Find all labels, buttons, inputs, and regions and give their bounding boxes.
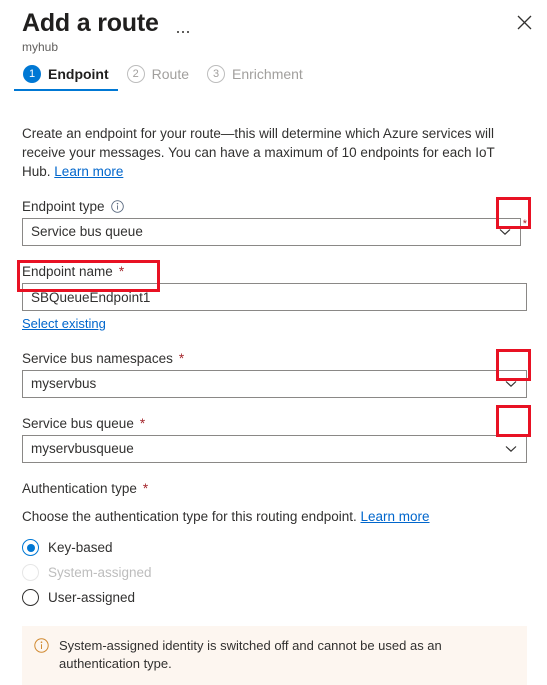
title-row: Add a route — [22, 8, 547, 38]
queue-select[interactable]: myservbusqueue — [22, 435, 527, 463]
endpoint-name-control — [22, 283, 527, 311]
endpoint-type-control: Service bus queue * — [22, 218, 527, 246]
radio-label: System-assigned — [48, 565, 152, 580]
namespace-value: myservbus — [31, 376, 97, 392]
tab-label: Route — [151, 66, 190, 82]
radio-indicator — [22, 564, 39, 581]
endpoint-name-required-marker: * — [118, 264, 125, 279]
learn-more-link-auth[interactable]: Learn more — [361, 509, 430, 524]
auth-label-row: Authentication type * — [22, 481, 527, 496]
queue-required-marker: * — [139, 416, 146, 431]
tab-label: Endpoint — [48, 66, 109, 82]
namespace-select[interactable]: myservbus — [22, 370, 527, 398]
info-circle-icon — [34, 638, 49, 673]
learn-more-link-endpoints[interactable]: Learn more — [54, 164, 123, 179]
intro-text: Create an endpoint for your route—this w… — [22, 124, 524, 181]
chevron-down-icon[interactable] — [490, 228, 520, 236]
namespace-label: Service bus namespaces — [22, 351, 173, 366]
namespace-control: myservbus — [22, 370, 527, 398]
endpoint-type-select[interactable]: Service bus queue — [22, 218, 521, 246]
radio-indicator — [22, 539, 39, 556]
endpoint-name-input[interactable] — [22, 283, 527, 311]
authentication-type-group: Authentication type * Choose the authent… — [22, 481, 527, 610]
auth-required-marker: * — [142, 481, 149, 496]
service-bus-queue-group: Service bus queue * myservbusqueue — [22, 416, 527, 463]
info-banner-text: System-assigned identity is switched off… — [59, 638, 442, 671]
queue-value: myservbusqueue — [31, 441, 134, 457]
tab-enrichment[interactable]: 3 Enrichment — [198, 65, 312, 91]
wizard-steps: 1 Endpoint 2 Route 3 Enrichment — [0, 65, 547, 103]
endpoint-type-label-row: Endpoint type — [22, 199, 527, 214]
queue-control: myservbusqueue — [22, 435, 527, 463]
endpoint-type-required-marker: * — [522, 218, 527, 230]
step-number: 3 — [207, 65, 226, 83]
radio-label: User-assigned — [48, 590, 136, 605]
endpoint-name-group: Endpoint name * Select existing — [22, 264, 527, 333]
auth-helper-text: Choose the authentication type for this … — [22, 509, 527, 524]
endpoint-type-value: Service bus queue — [31, 224, 143, 240]
queue-label: Service bus queue — [22, 416, 134, 431]
blade-header: Add a route myhub — [0, 0, 547, 54]
more-options-icon[interactable] — [173, 11, 193, 36]
info-banner: System-assigned identity is switched off… — [22, 626, 527, 685]
page-title: Add a route — [22, 9, 159, 37]
step-number: 1 — [23, 65, 41, 83]
endpoint-name-label-row: Endpoint name * — [22, 264, 527, 279]
namespace-label-row: Service bus namespaces * — [22, 351, 527, 366]
form-content: Create an endpoint for your route—this w… — [0, 124, 547, 685]
radio-indicator — [22, 589, 39, 606]
info-icon[interactable] — [110, 200, 124, 213]
tab-endpoint[interactable]: 1 Endpoint — [14, 65, 118, 91]
endpoint-name-label: Endpoint name — [22, 264, 113, 279]
radio-user-assigned[interactable]: User-assigned — [22, 585, 527, 610]
endpoint-type-label: Endpoint type — [22, 199, 105, 214]
close-icon[interactable] — [510, 8, 538, 36]
service-bus-namespace-group: Service bus namespaces * myservbus — [22, 351, 527, 398]
tab-label: Enrichment — [232, 66, 303, 82]
auth-label: Authentication type — [22, 481, 137, 496]
namespace-required-marker: * — [178, 351, 185, 366]
tab-route[interactable]: 2 Route — [118, 65, 198, 91]
step-number: 2 — [126, 65, 145, 83]
radio-label: Key-based — [48, 540, 113, 555]
chevron-down-icon[interactable] — [496, 445, 526, 453]
ellipsis-dot — [186, 30, 189, 33]
auth-helper-sentence: Choose the authentication type for this … — [22, 509, 357, 524]
ellipsis-dot — [181, 30, 184, 33]
radio-key-based[interactable]: Key-based — [22, 535, 527, 560]
ellipsis-dot — [176, 30, 179, 33]
endpoint-type-group: Endpoint type Service bus queue * — [22, 199, 527, 246]
queue-label-row: Service bus queue * — [22, 416, 527, 431]
select-existing-link[interactable]: Select existing — [22, 316, 106, 331]
blade-subtitle: myhub — [22, 40, 59, 54]
radio-system-assigned: System-assigned — [22, 560, 527, 585]
chevron-down-icon[interactable] — [496, 380, 526, 388]
